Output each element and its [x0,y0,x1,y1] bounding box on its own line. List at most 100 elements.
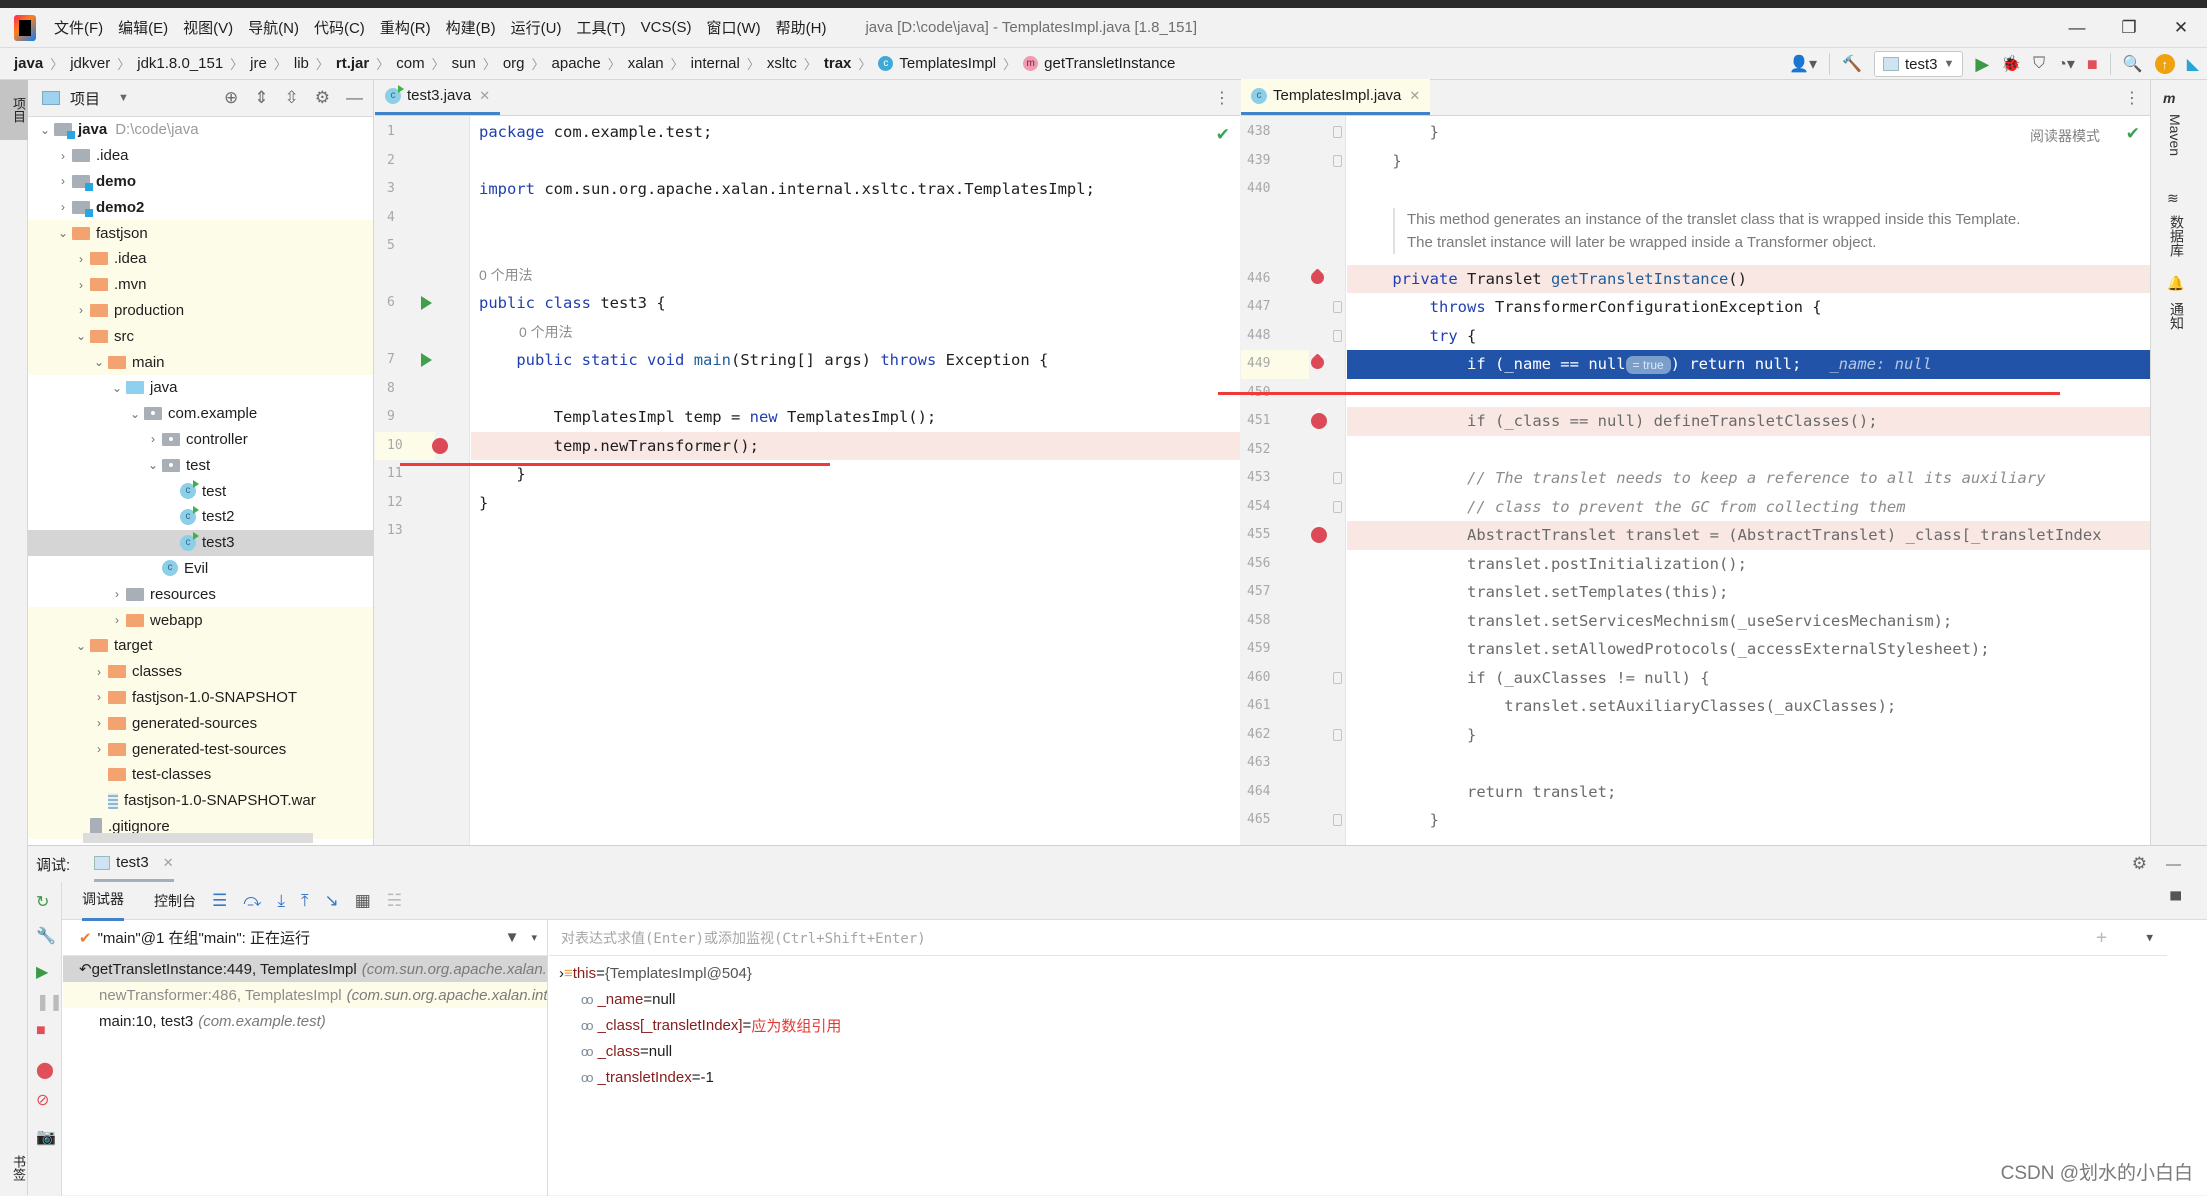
tree-node[interactable]: ⌄ test [28,452,373,478]
breadcrumb-item[interactable]: org [503,55,525,72]
gear-icon[interactable]: ⚙ [2132,854,2147,874]
breakpoint-icon[interactable] [1308,267,1327,287]
tree-node[interactable]: › fastjson-1.0-SNAPSHOT [28,684,373,711]
debug-bug-icon[interactable]: 🐞 [2001,54,2021,74]
breadcrumb-item[interactable]: sun [452,55,476,72]
chevron-down-icon[interactable]: ⌄ [90,355,108,369]
camera-icon[interactable]: 📷 [36,1127,56,1147]
expand-all-icon[interactable]: ⇕ [254,88,268,108]
stripe-tab-maven[interactable]: Maven [2167,114,2183,156]
chevron-down-icon[interactable]: ▼ [118,92,129,104]
breadcrumb-item[interactable]: trax [824,55,852,72]
pause-icon[interactable]: ❚❚ [36,992,63,1012]
usage-hint[interactable]: 0 个用法 [519,324,573,340]
chevron-down-icon[interactable]: ▼ [2146,931,2153,944]
fold-marker-icon[interactable] [1333,301,1342,313]
editor-gutter[interactable]: 4384394404464474484494504514524534544554… [1241,116,1346,845]
chevron-down-icon[interactable]: ⌄ [36,123,54,137]
horizontal-scrollbar[interactable] [83,833,313,843]
chevron-right-icon[interactable]: › [90,716,108,730]
tree-node[interactable]: ⌄ main [28,349,373,375]
rerun-icon[interactable]: ↻ [36,892,49,912]
breadcrumb-item[interactable]: xsltc [767,55,797,72]
breakpoint-icon[interactable] [432,431,448,454]
fold-marker-icon[interactable] [1333,154,1342,167]
tree-node[interactable]: test-classes [28,761,373,788]
chevron-right-icon[interactable]: › [90,690,108,704]
menu-refactor[interactable]: 重构(R) [380,17,431,38]
close-icon[interactable]: ✕ [1409,88,1420,104]
breakpoint-icon[interactable] [1311,520,1327,543]
tab-templatesimpl-java[interactable]: c TemplatesImpl.java ✕ [1241,79,1431,115]
menu-vcs[interactable]: VCS(S) [641,19,692,36]
chevron-right-icon[interactable]: › [90,665,108,679]
tree-node[interactable]: › .idea [28,143,373,169]
tree-node[interactable]: › demo2 [28,194,373,220]
chevron-down-icon[interactable]: ⌄ [72,329,90,343]
stack-frame[interactable]: ↶ getTransletInstance:449, TemplatesImpl… [63,956,547,982]
breadcrumb-method[interactable]: m getTransletInstance [1023,55,1175,72]
layout-settings-icon[interactable]: ▀ [2170,892,2181,909]
close-button[interactable]: ✕ [2155,18,2207,38]
run-config-selector[interactable]: test3 ▼ [1873,51,1964,77]
step-over-icon[interactable]: ⤼ [243,891,261,911]
usage-hint[interactable]: 0 个用法 [479,267,533,283]
close-icon[interactable]: ✕ [163,855,174,871]
more-options-icon[interactable]: ⋮ [2124,88,2140,108]
add-watch-icon[interactable]: + [2096,927,2107,948]
tab-test3-java[interactable]: c test3.java ✕ [375,79,501,115]
breadcrumb-item[interactable]: apache [552,55,601,72]
stop-icon[interactable]: ■ [36,1022,46,1040]
tree-node[interactable]: c test2 [28,504,373,530]
no-problems-check-icon[interactable]: ✔ [2126,124,2140,144]
breakpoint-icon[interactable] [1308,353,1327,372]
stripe-tab-database[interactable]: 数据库 [2167,215,2187,257]
hide-icon[interactable]: — [346,88,363,108]
tree-node[interactable]: ⌄ fastjson [28,220,373,246]
more-options-icon[interactable]: ⋮ [1214,88,1230,108]
chevron-down-icon[interactable]: ⌄ [72,639,90,653]
code-with-me-icon[interactable]: ◣ [2187,54,2199,74]
minimize-button[interactable]: — [2051,18,2103,38]
coverage-icon[interactable]: ⛉ [2033,55,2045,73]
tree-node[interactable]: › .idea [28,245,373,272]
editor-gutter[interactable]: 12345678910111213 [375,116,470,845]
collapse-all-icon[interactable]: ⇳ [285,88,299,108]
chevron-right-icon[interactable]: › [72,303,90,317]
stripe-tab-notifications[interactable]: 通知 [2167,302,2187,330]
breadcrumb-item[interactable]: internal [691,55,740,72]
breadcrumb-item[interactable]: com [396,55,424,72]
stop-icon[interactable]: ■ [2087,54,2098,75]
run-icon[interactable]: ▶ [1975,54,1989,75]
fold-marker-icon[interactable] [1333,126,1342,138]
menu-window[interactable]: 窗口(W) [706,17,760,38]
wrench-icon[interactable]: 🔧 [36,926,56,946]
breadcrumb-item[interactable]: jdkver [70,55,110,72]
fold-marker-icon[interactable] [1333,500,1342,513]
menu-tools[interactable]: 工具(T) [576,17,625,38]
tree-node[interactable]: › demo [28,169,373,195]
breadcrumb-item[interactable]: jre [250,55,267,72]
trace-icon[interactable]: ☵ [387,891,402,911]
chevron-down-icon[interactable]: ⌄ [108,381,126,395]
tree-node[interactable]: › generated-test-sources [28,736,373,762]
tree-node[interactable]: › production [28,297,373,324]
tree-node[interactable]: › generated-sources [28,710,373,737]
fold-marker-icon[interactable] [1333,728,1342,741]
code-area[interactable]: } } This method generates an instance of … [1347,116,2150,845]
profiler-icon[interactable]: ◔▾ [2057,54,2075,74]
stack-frame[interactable]: main:10, test3 (com.example.test) [63,1008,547,1034]
fold-marker-icon[interactable] [1333,814,1342,826]
run-gutter-icon[interactable] [421,353,432,367]
thread-selector[interactable]: ✔ "main"@1 在组"main": 正在运行 ▼ ▾ [63,920,547,956]
menu-code[interactable]: 代码(C) [314,17,365,38]
evaluate-expression-input[interactable]: 对表达式求值(Enter)或添加监视(Ctrl+Shift+Enter) + ▼ [549,920,2167,956]
variable-row[interactable]: › ≡ this = {TemplatesImpl@504} [549,960,2167,986]
variable-row[interactable]: oo _transletIndex = -1 [549,1064,2167,1090]
filter-icon[interactable]: ▼ [505,929,520,946]
breadcrumb-class[interactable]: c TemplatesImpl [878,55,996,72]
tree-node[interactable]: c test [28,478,373,504]
restore-button[interactable]: ❐ [2103,18,2155,38]
menu-navigate[interactable]: 导航(N) [248,17,299,38]
chevron-right-icon[interactable]: › [108,613,126,627]
